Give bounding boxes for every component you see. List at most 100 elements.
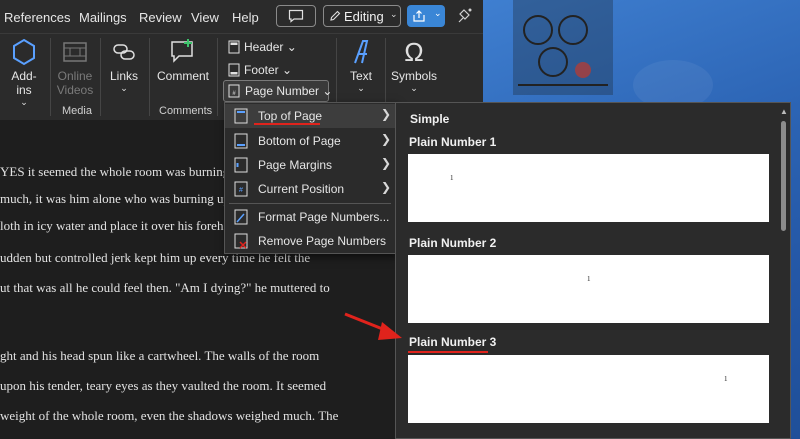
- menu-item-label: Format Page Numbers...: [258, 210, 390, 224]
- page-margins-icon: [234, 157, 248, 173]
- chevron-down-icon: ⌄: [20, 97, 28, 107]
- hexagon-icon: [13, 38, 35, 66]
- editing-label: Editing: [344, 9, 384, 24]
- chevron-right-icon: ❯: [381, 180, 392, 194]
- menu-item-format-page-numbers[interactable]: Format Page Numbers...: [225, 205, 395, 229]
- scrollbar-thumb[interactable]: [781, 121, 786, 231]
- page-top-icon: [234, 108, 248, 124]
- text-a-icon: [354, 40, 369, 64]
- scroll-up-icon[interactable]: ▲: [780, 107, 788, 116]
- doc-line: much, it was him alone who was burning u…: [0, 191, 230, 206]
- links-label: Links: [109, 69, 138, 83]
- omega-icon: Ω: [404, 37, 424, 67]
- chevron-down-icon: ⌄: [120, 83, 128, 93]
- comment-button[interactable]: Comment: [154, 37, 212, 83]
- chevron-down-icon: ⌄: [434, 8, 442, 18]
- online-videos-label: Online Videos: [56, 69, 94, 97]
- tab-mailings[interactable]: Mailings: [79, 10, 127, 25]
- chevron-right-icon: ❯: [381, 132, 392, 146]
- annotation-underline: [408, 351, 488, 353]
- doc-line: YES it seemed the whole room was burning: [0, 164, 230, 179]
- svg-text:#: #: [239, 187, 243, 194]
- share-button[interactable]: ⌄: [407, 5, 445, 27]
- comments-button[interactable]: [276, 5, 316, 27]
- page-number-preview: 1: [450, 174, 454, 182]
- current-position-icon: #: [234, 181, 248, 197]
- footer-label: Footer: [244, 63, 279, 77]
- film-icon: [63, 42, 87, 62]
- menu-item-bottom-of-page[interactable]: Bottom of Page ❯: [225, 129, 395, 153]
- coauthor-icon[interactable]: [455, 6, 475, 26]
- menu-separator: [229, 203, 391, 204]
- media-group-label: Media: [62, 105, 92, 117]
- chevron-down-icon: ⌄: [357, 83, 365, 93]
- page-number-icon: #: [228, 84, 240, 98]
- gallery-option-plain-number-1[interactable]: 1: [408, 154, 769, 222]
- pencil-icon: [330, 10, 341, 21]
- tab-help[interactable]: Help: [232, 10, 259, 25]
- menu-item-label: Top of Page: [258, 109, 323, 123]
- page-number-label: Page Number: [245, 84, 320, 98]
- symbols-button[interactable]: Ω Symbols ⌄: [390, 37, 438, 94]
- ribbon-separator: [100, 38, 101, 116]
- page-bottom-icon: [234, 133, 248, 149]
- addins-button[interactable]: Add-ins ⌄: [6, 37, 42, 108]
- online-videos-button[interactable]: Online Videos: [55, 37, 95, 97]
- ribbon-separator: [217, 38, 218, 116]
- share-icon: [413, 10, 425, 22]
- format-page-numbers-icon: [234, 209, 248, 225]
- new-comment-icon: [171, 39, 193, 63]
- doc-line: ght and his head spun like a cartwheel. …: [0, 348, 320, 363]
- addins-label: Add-ins: [11, 69, 37, 97]
- tab-references[interactable]: References: [4, 10, 70, 25]
- page-number-gallery: Simple Plain Number 1 1 Plain Number 2 1…: [395, 102, 791, 439]
- chevron-down-icon: ⌄: [390, 9, 398, 19]
- menu-item-label: Bottom of Page: [258, 134, 341, 148]
- menu-item-page-margins[interactable]: Page Margins ❯: [225, 153, 395, 177]
- chevron-right-icon: ❯: [381, 156, 392, 170]
- svg-text:#: #: [232, 91, 236, 97]
- comment-icon: [288, 9, 304, 23]
- comment-label: Comment: [156, 69, 209, 83]
- railing-decoration: [513, 0, 613, 95]
- gallery-option-plain-number-2[interactable]: 1: [408, 255, 769, 323]
- gallery-scrollbar[interactable]: ▲: [778, 103, 790, 438]
- tab-review[interactable]: Review: [139, 10, 182, 25]
- header-label: Header: [244, 40, 284, 54]
- links-button[interactable]: Links ⌄: [106, 37, 142, 94]
- editing-mode-button[interactable]: Editing ⌄: [323, 5, 401, 27]
- page-number-preview: 1: [724, 375, 728, 383]
- symbols-label: Symbols: [390, 69, 437, 83]
- doc-line: loth in icy water and place it over his …: [0, 218, 224, 233]
- doc-line: ut that was all he could feel then. "Am …: [0, 280, 330, 295]
- menu-item-label: Remove Page Numbers: [258, 234, 387, 248]
- chevron-down-icon: ⌄: [410, 83, 418, 93]
- link-icon: [113, 44, 135, 60]
- menu-item-label: Page Margins: [258, 158, 333, 172]
- remove-page-numbers-icon: [234, 233, 248, 249]
- menu-bar: References Mailings Review View Help Edi…: [0, 0, 483, 33]
- ribbon-separator: [149, 38, 150, 116]
- gallery-option-label: Plain Number 1: [409, 135, 497, 149]
- menu-item-current-position[interactable]: # Current Position ❯: [225, 177, 395, 201]
- comments-group-label: Comments: [159, 105, 213, 117]
- menu-item-label: Current Position: [258, 182, 345, 196]
- doc-line: upon his tender, teary eyes as they vaul…: [0, 378, 327, 393]
- tab-view[interactable]: View: [191, 10, 219, 25]
- page-number-button[interactable]: # Page Number ⌄: [223, 80, 332, 102]
- gallery-option-plain-number-3[interactable]: 1: [408, 355, 769, 423]
- footer-icon: [228, 63, 240, 77]
- gallery-section-title: Simple: [410, 112, 450, 126]
- text-button[interactable]: Text ⌄: [342, 37, 380, 94]
- ribbon-separator: [50, 38, 51, 116]
- annotation-arrow: [344, 312, 402, 340]
- menu-item-remove-page-numbers[interactable]: Remove Page Numbers: [225, 229, 395, 253]
- gallery-option-label: Plain Number 3: [409, 335, 497, 349]
- annotation-underline: [254, 123, 320, 125]
- doc-line: weight of the whole room, even the shado…: [0, 408, 339, 423]
- gallery-option-label: Plain Number 2: [409, 236, 497, 250]
- page-number-preview: 1: [587, 275, 591, 283]
- chevron-right-icon: ❯: [381, 107, 392, 121]
- text-label: Text: [349, 69, 372, 83]
- header-icon: [228, 40, 240, 54]
